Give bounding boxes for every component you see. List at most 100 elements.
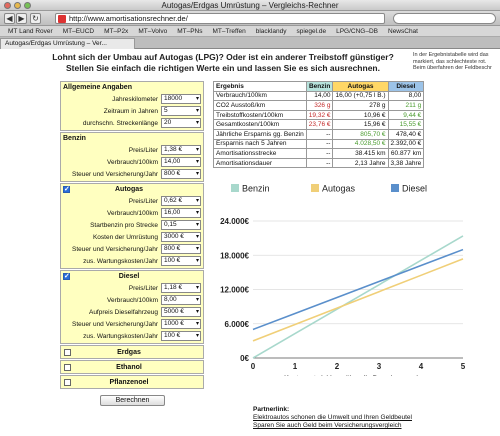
browser-toolbar: ◀ ▶ ↻ http://www.amortisationsrechner.de… (0, 11, 500, 26)
forward-button[interactable]: ▶ (16, 13, 27, 24)
x-tick-label: 4 (419, 362, 424, 371)
x-tick-label: 5 (461, 362, 466, 371)
umruestung-cost-select[interactable]: 3000 € (161, 232, 201, 242)
table-cell: -- (305, 157, 334, 169)
autogas-checkbox[interactable] (63, 185, 70, 195)
startbenzin-select[interactable]: 0,15 (161, 220, 201, 230)
table-cell: 8,00 (387, 90, 425, 102)
y-tick-label: 24.000€ (220, 217, 249, 226)
section-ethanol[interactable]: Ethanol (60, 360, 204, 374)
column-header: Diesel (387, 81, 425, 92)
diesel-surcharge-select[interactable]: 5000 € (161, 307, 201, 317)
tab-active[interactable]: Autogas/Erdgas Umrüstung – Ver... (0, 38, 135, 49)
diesel-price-select[interactable]: 1,18 € (161, 283, 201, 293)
diesel-checkbox[interactable] (63, 272, 70, 282)
bookmark-item[interactable]: MT–EUCD (63, 26, 94, 37)
section-pflanzenoel[interactable]: Pflanzenoel (60, 375, 204, 389)
bookmark-item[interactable]: LPG/CNG–DB (336, 26, 378, 37)
column-header: Autogas (332, 81, 389, 92)
favicon-icon (58, 15, 66, 23)
table-cell: 38.415 km (332, 148, 389, 159)
form-row: Zeitraum in Jahren 5 (63, 105, 201, 117)
bookmark-item[interactable]: MT–Treffen (213, 26, 246, 37)
form-row: Preis/Liter 1,38 € (63, 144, 201, 156)
bookmark-item[interactable]: spiegel.de (296, 26, 326, 37)
form-row: Steuer und Versicherung/Jahr 800 € (63, 243, 201, 255)
x-tick-label: 3 (377, 362, 382, 371)
pflanzenoel-checkbox[interactable] (64, 378, 71, 386)
jahreskilometer-select[interactable]: 18000 (161, 94, 201, 104)
search-field[interactable] (393, 13, 496, 24)
bookmark-item[interactable]: NewsChat (388, 26, 418, 37)
autogas-price-select[interactable]: 0,62 € (161, 196, 201, 206)
y-tick-label: 12.000€ (220, 286, 249, 295)
bookmark-item[interactable]: MT–Volvo (138, 26, 167, 37)
field-label: Kosten der Umrüstung (92, 233, 158, 241)
zeitraum-select[interactable]: 5 (161, 106, 201, 116)
address-bar[interactable]: http://www.amortisationsrechner.de/ (55, 13, 385, 24)
section-title: Erdgas (117, 349, 141, 356)
field-label: Zeitraum in Jahren (103, 107, 158, 115)
field-label: zus. Wartungskosten/Jahr (83, 257, 158, 265)
tab-bar: Autogas/Erdgas Umrüstung – Ver... (0, 37, 500, 49)
benzin-tax-select[interactable]: 800 € (161, 169, 201, 179)
table-row: Amortisationsstrecke -- 38.415 km 60.877 km (213, 148, 425, 159)
field-label: Steuer und Versicherung/Jahr (72, 170, 158, 178)
table-row: CO2 Ausstoß/km 326 g 278 g 211 g (213, 100, 425, 111)
diesel-consumption-select[interactable]: 8,00 (161, 295, 201, 305)
results-table: Ergebnis Benzin Autogas Diesel Verbrauch… (213, 81, 425, 169)
field-label: Verbrauch/100km (107, 158, 158, 166)
benzin-price-select[interactable]: 1,38 € (161, 145, 201, 155)
reload-button[interactable]: ↻ (30, 13, 41, 24)
window-titlebar: Autogas/Erdgas Umrüstung – Vergleichs-Re… (0, 0, 500, 11)
erdgas-checkbox[interactable] (64, 348, 71, 356)
form-row: Kosten der Umrüstung 3000 € (63, 231, 201, 243)
section-header: Diesel (63, 272, 201, 282)
table-cell: 15,55 € (387, 119, 425, 130)
autogas-maintenance-select[interactable]: 100 € (161, 256, 201, 266)
legend-label: Diesel (402, 184, 427, 194)
table-cell: 3,38 Jahre (387, 157, 425, 169)
x-axis-label: Kostenentwicklung über die Berechnungsda… (284, 375, 432, 376)
legend-label: Benzin (242, 184, 270, 194)
bookmark-item[interactable]: blacklandy (256, 26, 287, 37)
autogas-consumption-select[interactable]: 16,00 (161, 208, 201, 218)
field-label: Steuer und Versicherung/Jahr (72, 245, 158, 253)
bookmark-item[interactable]: MT Land Rover (8, 26, 53, 37)
form-row: Jahreskilometer 18000 (63, 93, 201, 105)
table-cell: Treibstoffkosten/100km (213, 109, 307, 121)
benzin-consumption-select[interactable]: 14,00 (161, 157, 201, 167)
legend-swatch (311, 184, 319, 192)
diesel-tax-select[interactable]: 1000 € (161, 319, 201, 329)
section-erdgas[interactable]: Erdgas (60, 345, 204, 359)
table-cell: -- (305, 148, 334, 159)
form-row: Verbrauch/100km 14,00 (63, 156, 201, 168)
partner-link[interactable]: Elektroautos schonen die Umwelt und Ihre… (253, 414, 412, 422)
autogas-tax-select[interactable]: 800 € (161, 244, 201, 254)
field-label: Verbrauch/100km (107, 296, 158, 304)
table-cell: Amortisationsstrecke (213, 148, 307, 159)
bookmark-item[interactable]: MT–P2x (104, 26, 128, 37)
section-general: Allgemeine Angaben Jahreskilometer 18000 … (60, 81, 204, 131)
table-row: Amortisationsdauer -- 2,13 Jahre 3,38 Jahre (213, 157, 425, 169)
section-title: Pflanzenoel (109, 379, 149, 386)
cost-chart: 0€ 6.000€ 12.000€ 18.000€ 24.000€ 0 1 2 3 4 5 Benzi… (213, 176, 476, 376)
diesel-maintenance-select[interactable]: 100 € (161, 331, 201, 341)
section-diesel: Diesel Preis/Liter1,18 € Verbrauch/100km… (60, 270, 204, 344)
form-row: Steuer und Versicherung/Jahr 800 € (63, 168, 201, 180)
partner-title: Partnerlink: (253, 406, 290, 413)
partner-box: Partnerlink: Elektroautos schonen die Um… (253, 406, 412, 430)
field-label: Startbenzin pro Strecke (90, 221, 158, 229)
chart-background (213, 176, 476, 376)
table-cell: 14,00 (305, 90, 334, 102)
y-tick-label: 18.000€ (220, 251, 249, 260)
partner-link[interactable]: Sparen Sie auch Geld beim Versicherungsv… (253, 422, 412, 430)
streckenlaenge-select[interactable]: 20 (161, 118, 201, 128)
back-button[interactable]: ◀ (4, 13, 15, 24)
table-cell: 9,44 € (387, 109, 425, 121)
berechnen-button[interactable]: Berechnen (100, 395, 165, 406)
bookmark-item[interactable]: MT–PNs (177, 26, 202, 37)
ethanol-checkbox[interactable] (64, 363, 71, 371)
form-row: Verbrauch/100km 8,00 (63, 294, 201, 306)
form-row: Preis/Liter 1,18 € (63, 282, 201, 294)
